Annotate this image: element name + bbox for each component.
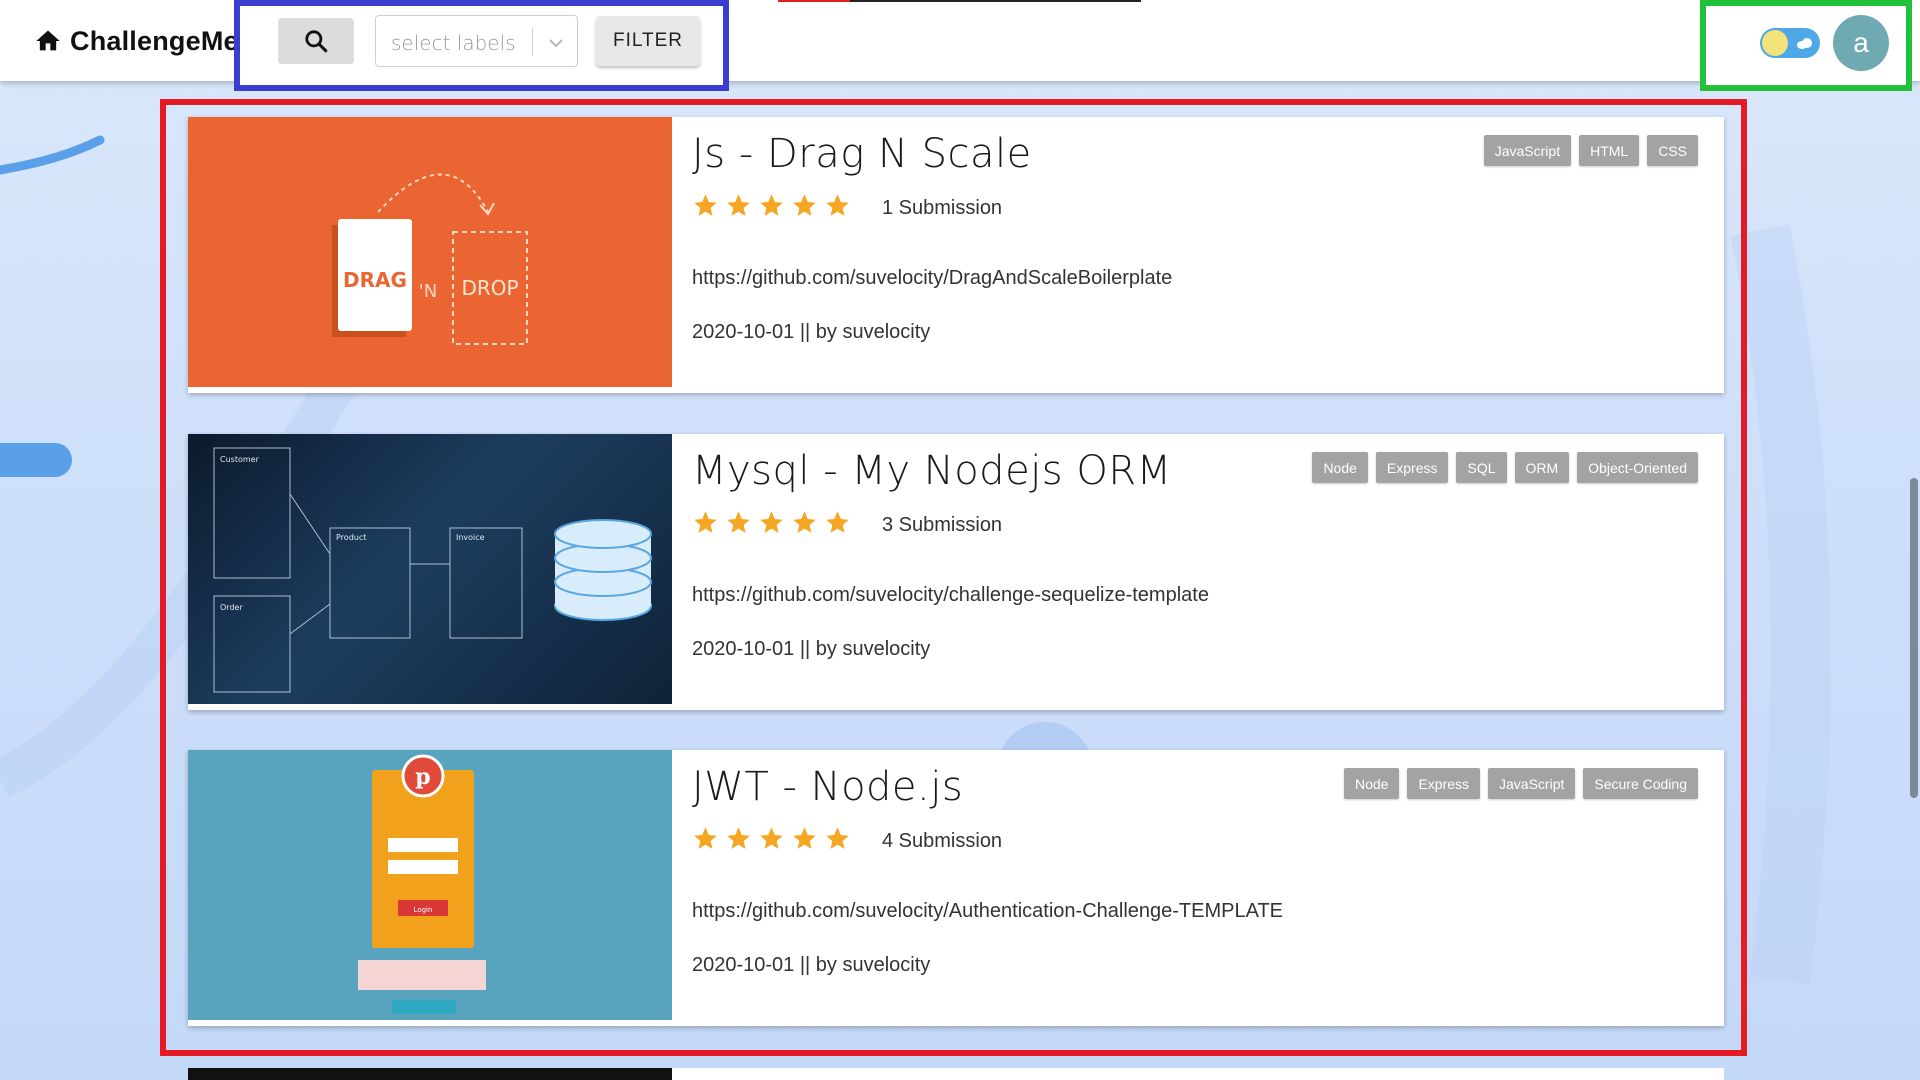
search-button[interactable] — [278, 18, 354, 64]
theme-toggle[interactable] — [1760, 28, 1820, 58]
brand-link[interactable]: ChallengeMe — [34, 26, 239, 56]
user-avatar[interactable]: a — [1833, 15, 1889, 71]
user-controls-group: a — [1700, 0, 1912, 91]
challenge-card-partial[interactable] — [188, 1068, 1724, 1080]
star-icon — [793, 194, 816, 216]
challenge-title[interactable]: Js - Drag N Scale — [692, 131, 1032, 177]
challenge-card[interactable]: p Login JWT - Node.js 4 Submission https… — [188, 750, 1724, 1026]
thumb-drop-text: DROP — [461, 276, 518, 300]
star-icon — [826, 827, 849, 849]
search-filter-group: select labels FILTER — [234, 0, 729, 91]
top-navbar: ChallengeMe select labels FILTER a — [0, 0, 1920, 91]
submission-count: 1 Submission — [882, 197, 1003, 219]
star-icon — [727, 827, 750, 849]
star-icon — [826, 511, 849, 533]
select-separator — [532, 28, 533, 56]
challenge-thumbnail: DRAG 'N DROP — [188, 117, 672, 387]
challenge-title[interactable]: JWT - Node.js — [692, 764, 963, 810]
thumb-table-order: Order — [220, 603, 243, 612]
submission-count: 3 Submission — [882, 514, 1003, 536]
tag-label[interactable]: Express — [1407, 768, 1481, 799]
challenge-card[interactable]: DRAG 'N DROP Js - Drag N Scale 1 Submiss… — [188, 117, 1724, 393]
challenge-info: Mysql - My Nodejs ORM 3 Submission https… — [692, 434, 1724, 710]
search-icon — [305, 30, 328, 53]
tag-label[interactable]: HTML — [1579, 135, 1640, 166]
home-icon — [36, 30, 60, 51]
challenge-card[interactable]: Customer Product Invoice Order Mysql - M… — [188, 434, 1724, 710]
challenge-tags: Node Express SQL ORM Object-Oriented — [1312, 452, 1698, 483]
page-scrollbar[interactable] — [1910, 478, 1918, 798]
cloud-icon — [1797, 38, 1812, 49]
repo-link[interactable]: https://github.com/suvelocity/challenge-… — [692, 584, 1209, 607]
star-icon — [760, 194, 783, 216]
star-icon — [727, 194, 750, 216]
thumb-table-invoice: Invoice — [456, 533, 485, 542]
thumb-drag-text: DRAG — [343, 268, 407, 292]
star-icon — [793, 827, 816, 849]
tag-label[interactable]: JavaScript — [1483, 135, 1572, 166]
repo-link[interactable]: https://github.com/suvelocity/Authentica… — [692, 900, 1283, 923]
star-icon — [760, 827, 783, 849]
submission-count: 4 Submission — [882, 830, 1003, 852]
thumb-n-text: 'N — [419, 281, 437, 302]
rating-stars — [692, 825, 851, 852]
tag-label[interactable]: ORM — [1514, 452, 1570, 483]
filter-button[interactable]: FILTER — [596, 16, 700, 66]
tag-label[interactable]: SQL — [1456, 452, 1507, 483]
tag-label[interactable]: Secure Coding — [1583, 768, 1698, 799]
challenge-thumbnail: Customer Product Invoice Order — [188, 434, 672, 704]
thumb-table-customer: Customer — [220, 455, 260, 464]
labels-select-placeholder: select labels — [391, 31, 516, 55]
star-icon — [727, 511, 750, 533]
challenge-meta: 2020-10-01 || by suvelocity — [692, 321, 931, 343]
challenge-title[interactable]: Mysql - My Nodejs ORM — [692, 448, 1172, 494]
rating-stars — [692, 192, 851, 219]
challenge-meta: 2020-10-01 || by suvelocity — [692, 954, 931, 976]
tag-label[interactable]: Object-Oriented — [1577, 452, 1698, 483]
star-icon — [694, 511, 717, 533]
chevron-down-icon[interactable] — [546, 33, 566, 53]
labels-select[interactable]: select labels — [375, 15, 578, 67]
tag-label[interactable]: CSS — [1647, 135, 1698, 166]
brand-name: ChallengeMe — [70, 25, 239, 56]
tag-label[interactable]: Node — [1312, 452, 1368, 483]
repo-link[interactable]: https://github.com/suvelocity/DragAndSca… — [692, 267, 1172, 290]
thumb-table-product: Product — [336, 533, 366, 542]
rating-stars — [692, 509, 851, 536]
tag-label[interactable]: Express — [1375, 452, 1449, 483]
star-icon — [694, 827, 717, 849]
challenge-tags: JavaScript HTML CSS — [1483, 135, 1698, 166]
tag-label[interactable]: Node — [1343, 768, 1400, 799]
challenge-thumbnail: p Login — [188, 750, 672, 1020]
sun-icon — [1762, 30, 1788, 56]
star-icon — [826, 194, 849, 216]
challenge-info: Js - Drag N Scale 1 Submission https://g… — [692, 117, 1724, 393]
thumb-login-text: Login — [414, 906, 433, 914]
challenge-meta: 2020-10-01 || by suvelocity — [692, 638, 931, 660]
tag-label[interactable]: JavaScript — [1488, 768, 1576, 799]
loading-progress — [778, 0, 1141, 2]
challenge-tags: Node Express JavaScript Secure Coding — [1343, 768, 1698, 799]
star-icon — [793, 511, 816, 533]
challenge-info: JWT - Node.js 4 Submission https://githu… — [692, 750, 1724, 1026]
star-icon — [760, 511, 783, 533]
svg-text:p: p — [415, 764, 430, 790]
star-icon — [694, 194, 717, 216]
